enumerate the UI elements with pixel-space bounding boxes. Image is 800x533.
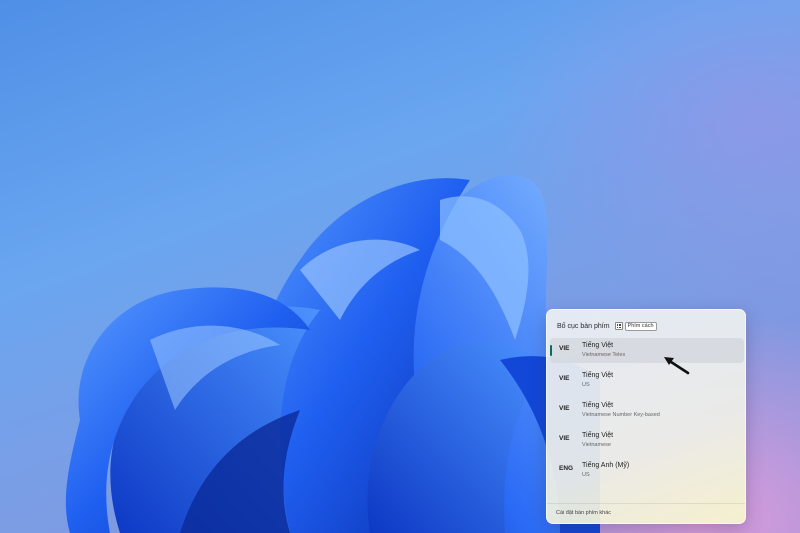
arrow-pointer-icon — [664, 357, 690, 375]
layout-name: US — [582, 472, 590, 478]
layout-item-vietnamese-number-key[interactable]: VIE Tiếng Việt Vietnamese Number Key-bas… — [550, 398, 744, 423]
layout-item-vietnamese-telex[interactable]: VIE Tiếng Việt Vietnamese Telex — [550, 338, 744, 363]
language-code: ENG — [559, 465, 574, 472]
layout-item-vietnamese-us[interactable]: VIE Tiếng Việt US — [550, 368, 744, 393]
windows-key-icon — [614, 322, 623, 330]
language-name: Tiếng Việt — [582, 432, 614, 439]
language-code: VIE — [559, 405, 570, 412]
flyout-divider — [547, 503, 745, 504]
more-keyboard-settings-link[interactable]: Cài đặt bàn phím khác — [556, 510, 611, 516]
language-name: Tiếng Việt — [582, 402, 614, 409]
language-code: VIE — [559, 375, 570, 382]
layout-name: US — [582, 382, 590, 388]
hotkey-label: Phím cách — [624, 321, 657, 331]
language-name: Tiếng Anh (Mỹ) — [582, 462, 630, 469]
flyout-title: Bố cục bàn phím — [557, 322, 610, 330]
language-name: Tiếng Việt — [582, 342, 614, 349]
layout-name: Vietnamese Telex — [582, 352, 626, 358]
language-code: VIE — [559, 435, 570, 442]
layout-name: Vietnamese — [582, 442, 611, 448]
layout-item-vietnamese[interactable]: VIE Tiếng Việt Vietnamese — [550, 428, 744, 453]
keyboard-layout-flyout: Bố cục bàn phím Phím cách VIE Tiếng Việt… — [546, 309, 746, 524]
language-code: VIE — [559, 345, 570, 352]
layout-name: Vietnamese Number Key-based — [582, 412, 660, 418]
selection-indicator — [550, 345, 552, 356]
language-name: Tiếng Việt — [582, 372, 614, 379]
layout-item-english-us[interactable]: ENG Tiếng Anh (Mỹ) US — [550, 458, 744, 483]
flyout-header: Bố cục bàn phím Phím cách — [557, 319, 737, 333]
